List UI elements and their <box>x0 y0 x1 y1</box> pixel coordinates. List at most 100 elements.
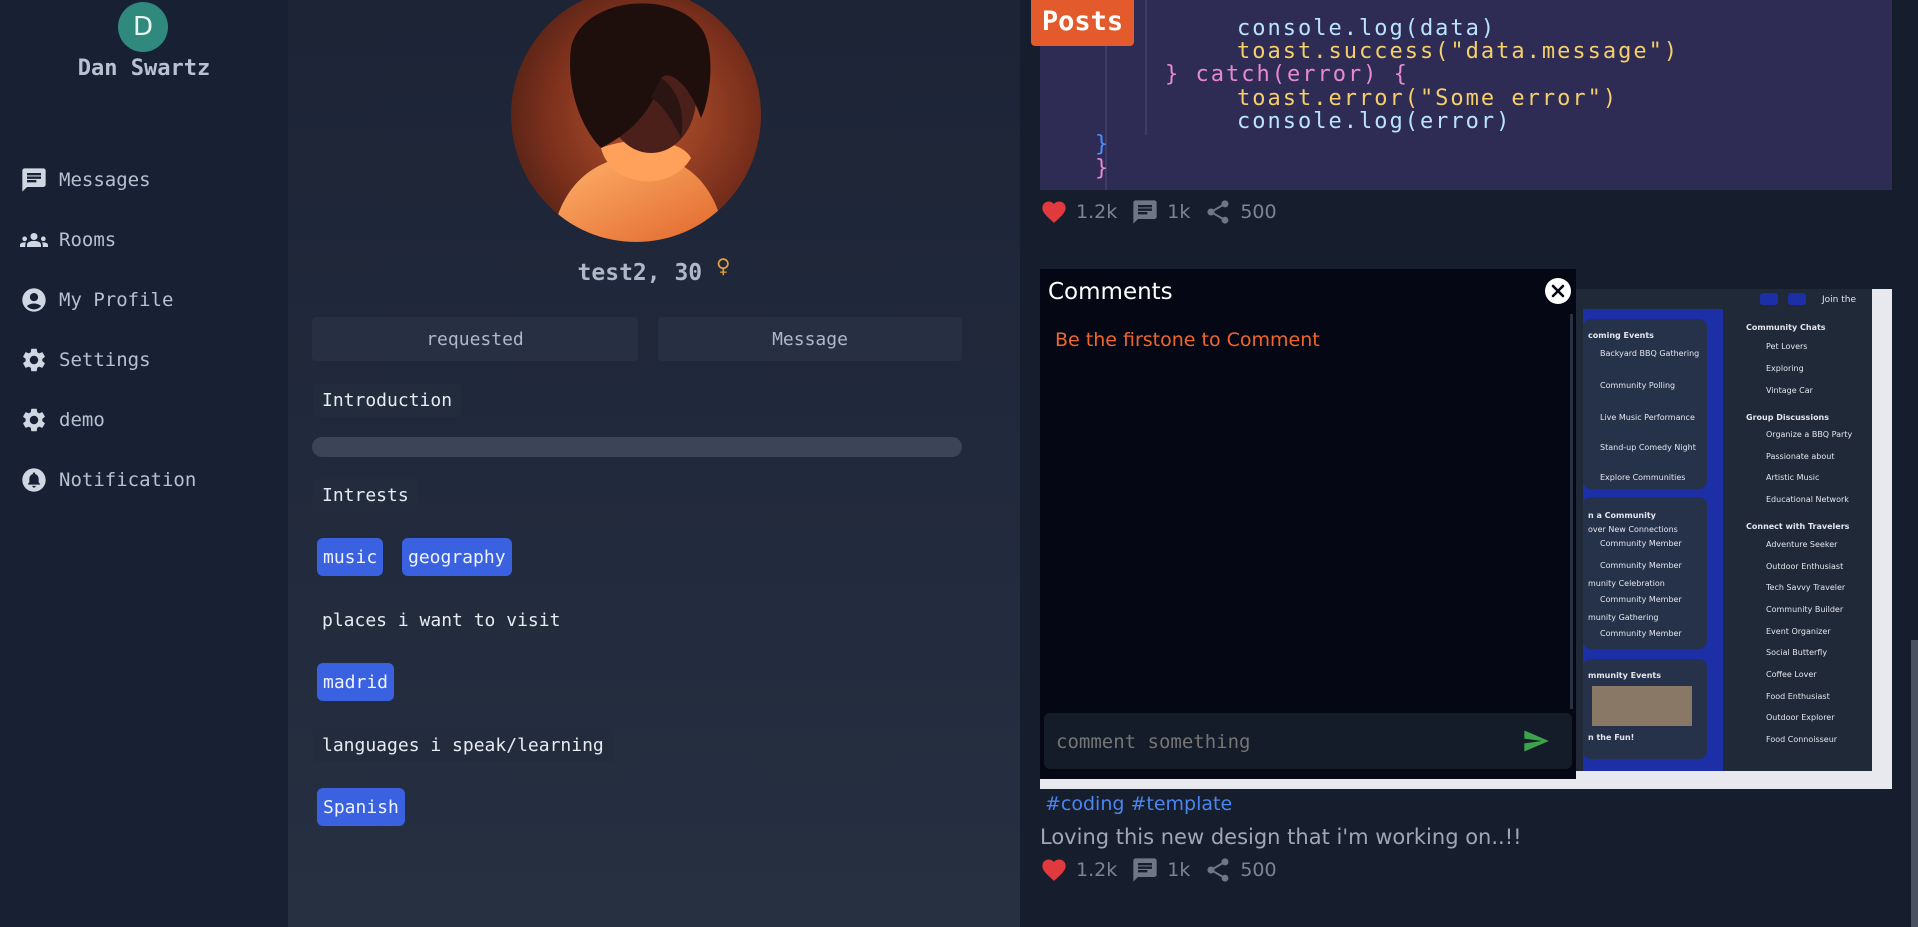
mock-text: Community Member <box>1600 595 1682 604</box>
profile-panel: test2, 30 ♀ requested Message Introducti… <box>288 0 1020 927</box>
mock-text: n a Community <box>1588 511 1656 520</box>
gear-icon <box>23 348 45 372</box>
places-label: places i want to visit <box>313 604 570 637</box>
chat-icon <box>22 168 46 192</box>
sidebar-item-settings[interactable]: Settings <box>0 330 288 390</box>
sidebar-item-messages[interactable]: Messages <box>0 150 288 210</box>
sidebar-item-label: Rooms <box>59 229 117 251</box>
group-icon <box>20 233 48 247</box>
heart-icon <box>1042 859 1066 881</box>
languages-label: languages i speak/learning <box>313 729 613 762</box>
like-button[interactable]: 1.2k <box>1040 198 1117 226</box>
hashtag-link[interactable]: #template <box>1130 793 1232 815</box>
comments-scrollbar[interactable] <box>1570 314 1573 709</box>
mock-text: Artistic Music <box>1766 473 1820 482</box>
name-age: test2, 30 <box>577 260 703 286</box>
mock-text: Community Member <box>1600 561 1682 570</box>
comments-panel: Comments Be the firstone to Comment <box>1040 269 1576 779</box>
sidebar-item-notification[interactable]: Notification <box>0 450 288 510</box>
posts-badge: Posts <box>1031 0 1134 46</box>
mock-text: Coffee Lover <box>1766 670 1817 679</box>
page-scrollbar[interactable] <box>1911 640 1918 927</box>
requested-button[interactable]: requested <box>312 317 638 361</box>
share-icon <box>1207 858 1229 882</box>
comment-input[interactable] <box>1054 713 1498 771</box>
comment-button[interactable]: 1k <box>1131 198 1190 226</box>
sidebar-item-my-profile[interactable]: My Profile <box>0 270 288 330</box>
mock-text: Event Organizer <box>1766 627 1831 636</box>
introduction-label: Introduction <box>313 384 462 417</box>
mock-text: Exploring <box>1766 364 1804 373</box>
sidebar-item-label: Notification <box>59 469 197 491</box>
post-caption: Loving this new design that i'm working … <box>1040 825 1522 849</box>
mock-text: Food Connoisseur <box>1766 735 1838 744</box>
mock-text: Vintage Car <box>1766 386 1813 395</box>
profile-name: test2, 30 ♀ <box>288 252 1020 286</box>
send-icon <box>1524 730 1549 752</box>
share-count: 500 <box>1240 201 1277 223</box>
mock-text: Outdoor Enthusiast <box>1766 562 1844 571</box>
mock-text: munity Celebration <box>1588 579 1665 588</box>
heart-icon <box>1042 201 1066 223</box>
comment-button[interactable]: 1k <box>1131 856 1190 884</box>
sidebar-item-demo[interactable]: demo <box>0 390 288 450</box>
like-button[interactable]: 1.2k <box>1040 856 1117 884</box>
sidebar-item-label: Settings <box>59 349 151 371</box>
mock-text: Pet Lovers <box>1766 342 1808 351</box>
like-count: 1.2k <box>1076 859 1118 881</box>
profile-picture <box>511 0 761 242</box>
close-icon <box>1551 284 1565 298</box>
mock-text: Community Polling <box>1600 381 1676 390</box>
share-icon <box>1207 200 1229 224</box>
interest-tag: music <box>317 538 384 576</box>
code-snippet-image: console.log(data) toast.success("data.me… <box>1040 0 1892 190</box>
comment-count: 1k <box>1167 859 1191 881</box>
share-count: 500 <box>1240 859 1277 881</box>
mock-text: Outdoor Explorer <box>1766 713 1835 722</box>
mock-text: over New Connections <box>1588 525 1678 534</box>
account-circle-icon <box>22 288 46 312</box>
code-line: toast.error("Some error") <box>1237 86 1619 111</box>
code-line: } <box>1095 132 1111 157</box>
introduction-bar <box>312 437 962 457</box>
mock-text: Community Builder <box>1766 605 1844 614</box>
comment-form <box>1044 713 1572 771</box>
mock-text: Community Chats <box>1746 323 1826 332</box>
posts-column: console.log(data) toast.success("data.me… <box>1020 0 1918 927</box>
share-button[interactable]: 500 <box>1204 198 1277 226</box>
mock-text: Community Member <box>1600 539 1682 548</box>
language-tag: Spanish <box>317 788 405 826</box>
share-button[interactable]: 500 <box>1204 856 1277 884</box>
code-line: console.log(data) <box>1237 16 1497 41</box>
post-stats: 1.2k 1k 500 <box>1040 198 1291 226</box>
code-line: } <box>1095 156 1111 181</box>
avatar[interactable]: D <box>118 2 168 52</box>
mock-text: Explore Communities <box>1600 473 1686 482</box>
user-name: Dan Swartz <box>77 56 211 81</box>
sidebar-item-rooms[interactable]: Rooms <box>0 210 288 270</box>
mock-text: Connect with Travelers <box>1746 522 1850 531</box>
empty-comments-message: Be the firstone to Comment <box>1055 329 1320 351</box>
code-line: } catch(error) { <box>1165 62 1409 87</box>
send-button[interactable] <box>1521 727 1551 759</box>
female-gender-icon: ♀ <box>716 252 731 280</box>
sidebar-nav: Messages Rooms My Profile Settings demo … <box>0 150 288 510</box>
sidebar-item-label: My Profile <box>59 289 174 311</box>
place-tag: madrid <box>317 663 395 701</box>
message-button[interactable]: Message <box>658 317 962 361</box>
comment-icon <box>1133 858 1157 882</box>
hashtag-link[interactable]: #coding <box>1045 793 1124 815</box>
sidebar-item-label: demo <box>59 409 105 431</box>
mock-text: Stand-up Comedy Night <box>1600 443 1696 452</box>
mock-text: coming Events <box>1588 331 1654 340</box>
gear-icon <box>23 408 45 432</box>
mock-text: Passionate about <box>1766 452 1835 461</box>
mock-text: Tech Savvy Traveler <box>1766 583 1846 592</box>
comment-icon <box>1133 200 1157 224</box>
portrait-illustration <box>511 0 761 242</box>
bell-icon <box>22 468 46 492</box>
sidebar: D Dan Swartz Messages Rooms My Profile S… <box>0 0 288 927</box>
comment-count: 1k <box>1167 201 1191 223</box>
close-comments-button[interactable] <box>1545 278 1571 304</box>
mock-text: munity Gathering <box>1588 613 1659 622</box>
